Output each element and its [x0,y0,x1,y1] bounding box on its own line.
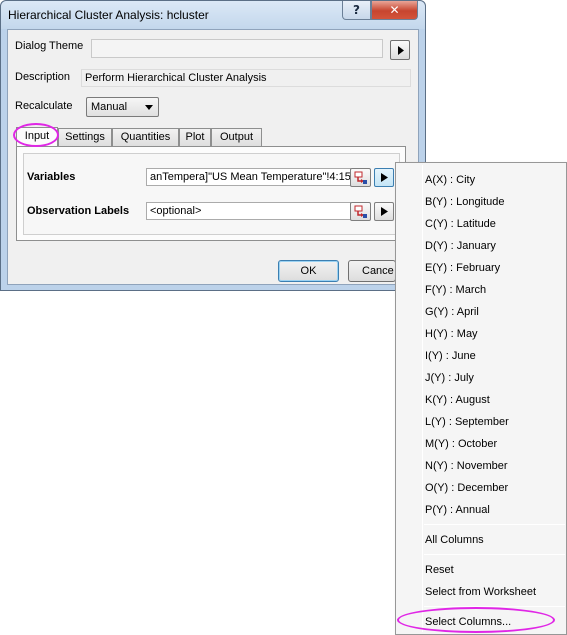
observation-labels-label: Observation Labels [27,205,130,217]
menu-item-select-from-worksheet[interactable]: Select from Worksheet [425,582,536,602]
menu-item-column[interactable]: L(Y) : September [425,412,509,432]
tab-settings[interactable]: Settings [58,128,112,146]
menu-item-column[interactable]: P(Y) : Annual [425,500,490,520]
menu-gutter [422,165,423,632]
range-select-icon [354,205,367,218]
help-button[interactable]: ? [342,1,371,20]
menu-item-column[interactable]: O(Y) : December [425,478,508,498]
menu-item-column[interactable]: E(Y) : February [425,258,500,278]
ok-button[interactable]: OK [278,260,339,282]
theme-menu-button[interactable] [390,40,410,60]
input-group-box: Variables anTempera]"US Mean Temperature… [23,153,400,235]
observation-labels-input[interactable]: <optional> [146,202,351,220]
cancel-button[interactable]: Cance [348,260,396,282]
menu-item-column[interactable]: B(Y) : Longitude [425,192,505,212]
menu-item-column[interactable]: G(Y) : April [425,302,479,322]
menu-item-column[interactable]: K(Y) : August [425,390,490,410]
recalculate-value: Manual [91,101,128,113]
recalculate-select[interactable]: Manual [86,97,159,117]
window-title: Hierarchical Cluster Analysis: hcluster [8,8,209,22]
observation-menu-button[interactable] [374,202,394,221]
menu-item-all-columns[interactable]: All Columns [425,530,484,550]
menu-item-column[interactable]: F(Y) : March [425,280,486,300]
title-bar[interactable]: Hierarchical Cluster Analysis: hcluster … [1,1,425,29]
menu-separator [424,606,565,607]
pick-variables-button[interactable] [350,168,371,187]
menu-item-column[interactable]: H(Y) : May [425,324,478,344]
menu-item-column[interactable]: A(X) : City [425,170,475,190]
input-tab-panel: Variables anTempera]"US Mean Temperature… [16,146,406,241]
menu-item-reset[interactable]: Reset [425,560,454,580]
dialog-window: Hierarchical Cluster Analysis: hcluster … [0,0,426,291]
pick-observation-button[interactable] [350,202,371,221]
triangle-right-icon [381,173,388,182]
menu-item-column[interactable]: J(Y) : July [425,368,474,388]
recalculate-label: Recalculate [15,100,73,112]
menu-item-column[interactable]: N(Y) : November [425,456,508,476]
menu-item-select-columns[interactable]: Select Columns... [425,612,511,632]
tab-output[interactable]: Output [211,128,262,146]
tab-quantities[interactable]: Quantities [112,128,179,146]
chevron-down-icon [145,105,153,110]
dialog-theme-field[interactable] [91,39,383,58]
close-button[interactable]: ✕ [371,1,418,20]
triangle-right-icon [398,46,404,55]
menu-separator [424,524,565,525]
dialog-theme-label: Dialog Theme [15,40,84,52]
variables-input[interactable]: anTempera]"US Mean Temperature"!4:15 [146,168,351,186]
menu-item-column[interactable]: D(Y) : January [425,236,496,256]
column-context-menu: A(X) : City B(Y) : Longitude C(Y) : Lati… [395,162,567,635]
triangle-right-icon [381,207,388,216]
description-value: Perform Hierarchical Cluster Analysis [81,69,411,87]
variables-menu-button[interactable] [374,168,394,187]
description-label: Description [15,71,71,83]
range-select-icon [354,171,367,184]
menu-item-column[interactable]: I(Y) : June [425,346,476,366]
variables-label: Variables [27,171,76,183]
tab-plot[interactable]: Plot [179,128,211,146]
menu-item-column[interactable]: M(Y) : October [425,434,497,454]
menu-item-column[interactable]: C(Y) : Latitude [425,214,496,234]
menu-separator [424,554,565,555]
tab-input[interactable]: Input [16,127,58,147]
